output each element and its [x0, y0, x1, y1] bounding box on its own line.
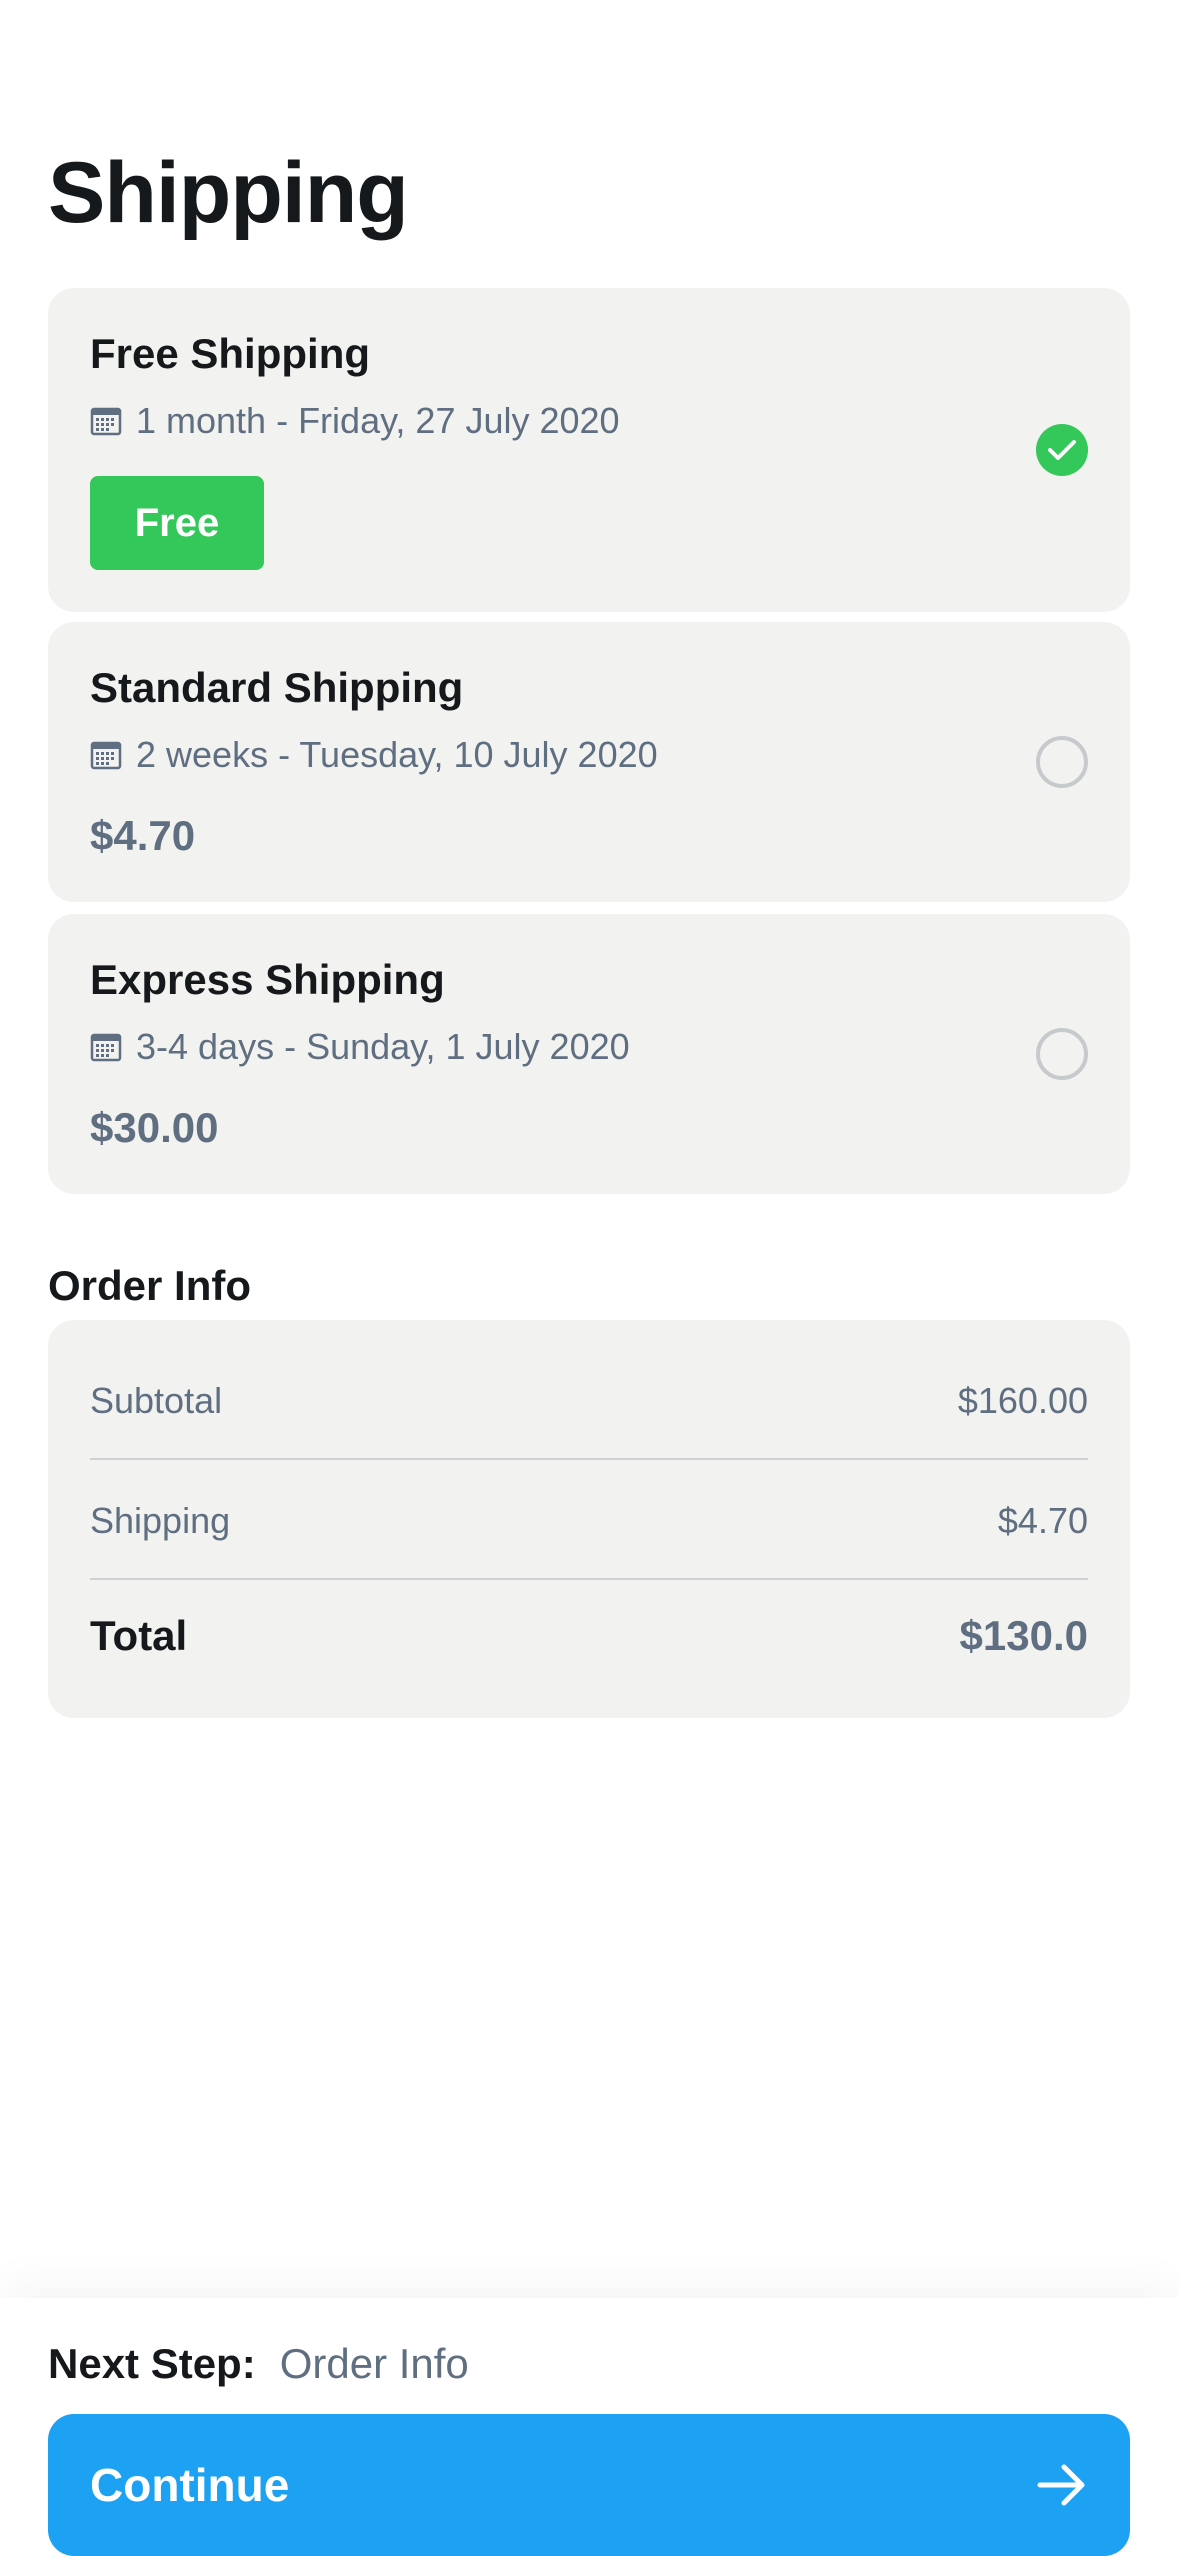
shipping-option-free[interactable]: Free Shipping 1 month - Friday, 27 July … [48, 288, 1130, 612]
page-title: Shipping [48, 145, 409, 241]
shipping-option-standard[interactable]: Standard Shipping 2 weeks - Tuesday, 10 … [48, 622, 1130, 902]
option-price: $4.70 [90, 812, 196, 859]
next-step-label: Next Step: [48, 2340, 256, 2387]
option-name: Express Shipping [90, 956, 445, 1003]
calendar-icon [90, 741, 122, 770]
option-name: Free Shipping [90, 330, 371, 377]
continue-label: Continue [90, 2459, 290, 2511]
next-step-value: Order Info [279, 2340, 469, 2387]
option-date-text: 1 month - Friday, 27 July 2020 [136, 400, 620, 441]
subtotal-value: $160.00 [957, 1380, 1088, 1421]
option-date: 3-4 days - Sunday, 1 July 2020 [90, 1026, 630, 1068]
shipping-value: $4.70 [997, 1500, 1088, 1541]
radio-selected[interactable] [1036, 424, 1088, 476]
total-label: Total [90, 1612, 188, 1659]
radio-unselected[interactable] [1036, 1028, 1088, 1080]
shipping-label: Shipping [90, 1500, 231, 1541]
calendar-icon [90, 1033, 122, 1062]
free-badge: Free [90, 476, 264, 570]
divider [90, 1458, 1088, 1460]
arrow-right-icon [1037, 2464, 1085, 2506]
radio-unselected[interactable] [1036, 736, 1088, 788]
subtotal-label: Subtotal [90, 1380, 223, 1421]
option-price: $30.00 [90, 1104, 219, 1151]
subtotal-row: Subtotal $160.00 [90, 1380, 1088, 1422]
shipping-row: Shipping $4.70 [90, 1500, 1088, 1542]
total-row: Total $130.0 [90, 1612, 1088, 1660]
total-value: $130.0 [959, 1612, 1088, 1659]
order-info-card: Subtotal $160.00 Shipping $4.70 Total $1… [48, 1320, 1130, 1718]
option-date: 2 weeks - Tuesday, 10 July 2020 [90, 734, 658, 776]
divider [90, 1578, 1088, 1580]
continue-button[interactable]: Continue [48, 2414, 1130, 2556]
shipping-screen: Shipping Free Shipping 1 month - Friday,… [0, 0, 1179, 2556]
bottom-bar: Next Step: Order Info Continue [0, 2298, 1179, 2556]
shipping-option-express[interactable]: Express Shipping 3-4 days - Sunday, 1 Ju… [48, 914, 1130, 1194]
order-info-title: Order Info [48, 1262, 252, 1309]
checkmark-icon [1048, 440, 1076, 460]
option-name: Standard Shipping [90, 664, 464, 711]
option-date: 1 month - Friday, 27 July 2020 [90, 400, 620, 442]
calendar-icon [90, 407, 122, 436]
option-date-text: 2 weeks - Tuesday, 10 July 2020 [136, 734, 658, 775]
next-step: Next Step: Order Info [48, 2340, 469, 2388]
option-date-text: 3-4 days - Sunday, 1 July 2020 [136, 1026, 630, 1067]
